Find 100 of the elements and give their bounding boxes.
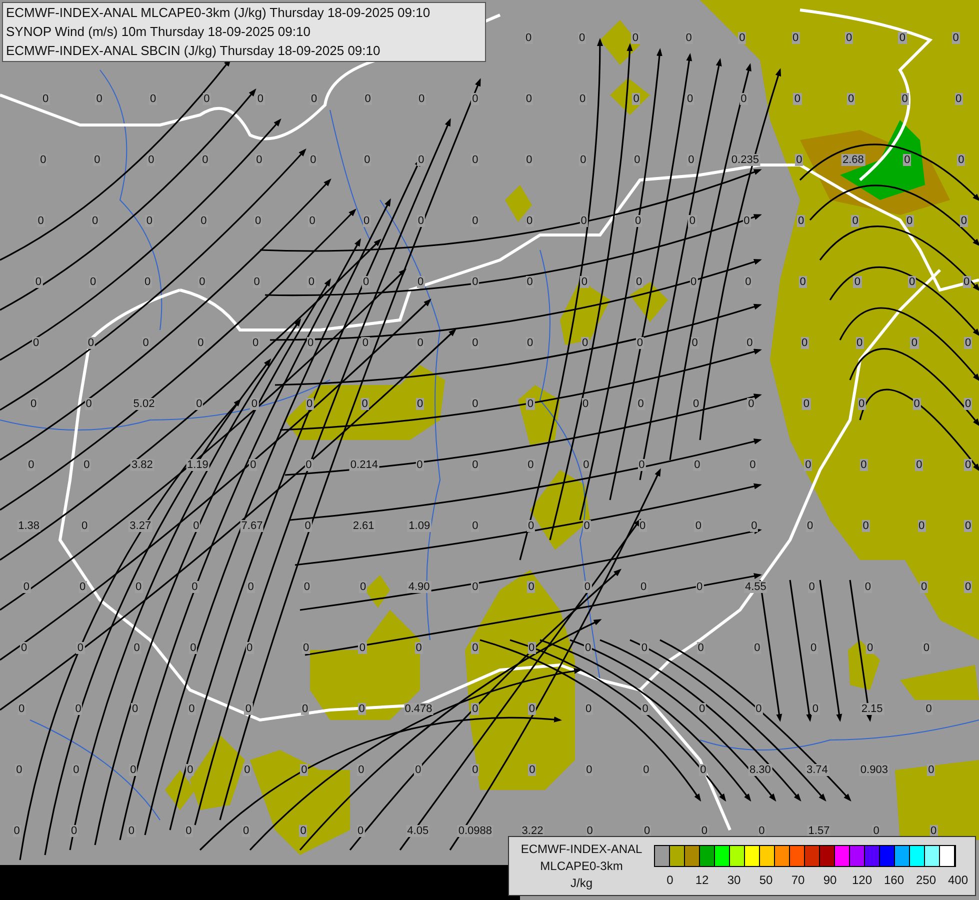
station-value: 0: [528, 764, 536, 776]
station-value: 0: [30, 398, 38, 410]
station-value: 0: [631, 32, 640, 44]
station-value: 0: [471, 764, 480, 776]
station-value: 0: [806, 520, 814, 532]
station-value: 0: [636, 337, 644, 349]
station-value: 0.214: [349, 459, 379, 471]
station-value: 0: [746, 337, 754, 349]
title-line: ECMWF-INDEX-ANAL SBCIN (J/kg) Thursday 18-09-2025 09:10: [6, 43, 382, 60]
station-value: 0: [795, 154, 804, 166]
station-value: 0: [740, 93, 748, 105]
station-value: 0: [687, 154, 696, 166]
station-value: 1.19: [186, 459, 210, 471]
station-value: 0: [927, 764, 936, 776]
station-value: 0: [72, 764, 80, 776]
station-value: 0: [754, 703, 763, 715]
station-value: 0: [300, 764, 308, 776]
station-value: 4.90: [407, 581, 431, 593]
station-value: 0: [142, 337, 150, 349]
station-value: 3.27: [128, 520, 152, 532]
station-value: 0: [808, 581, 816, 593]
station-value: 0: [301, 703, 310, 715]
station-value: 2.68: [841, 154, 865, 166]
station-value: 0: [634, 276, 644, 288]
station-value: 0: [246, 581, 255, 593]
station-value: 0: [471, 459, 480, 471]
station-value: 0: [471, 337, 480, 349]
station-value: 0: [416, 337, 424, 349]
station-value: 0: [358, 581, 368, 593]
station-value: 0.0988: [457, 825, 494, 837]
tick-label: 0: [666, 872, 674, 889]
station-value: 0.478: [404, 703, 434, 715]
station-value: 0: [417, 154, 426, 166]
station-value: 0: [908, 276, 916, 288]
station-value: 0: [699, 764, 708, 776]
station-value: 0: [900, 93, 909, 105]
station-value: 0: [753, 642, 762, 654]
station-value: 0: [638, 520, 647, 532]
station-value: 0: [688, 215, 696, 227]
station-value: 0: [847, 93, 856, 105]
station-value: 0: [742, 215, 751, 227]
station-value: 0: [793, 93, 802, 105]
station-value: 0: [362, 276, 370, 288]
station-value: 0: [686, 93, 694, 105]
station-value: 0: [302, 642, 310, 654]
station-value: 0: [580, 276, 588, 288]
station-value: 0: [361, 337, 370, 349]
station-value: 0: [920, 581, 928, 593]
station-value: 0: [583, 581, 592, 593]
station-value: 0: [700, 825, 708, 837]
station-value: 1.57: [807, 825, 831, 837]
station-value: 0: [252, 276, 261, 288]
station-value: 3.82: [130, 459, 154, 471]
station-value: 0: [308, 215, 316, 227]
station-value: 0: [906, 215, 914, 227]
station-value: 0: [525, 215, 534, 227]
station-value: 0: [526, 459, 535, 471]
station-value: 8.30: [748, 764, 772, 776]
station-value: 0: [186, 764, 194, 776]
station-value: 0: [145, 215, 154, 227]
station-value: 0: [84, 398, 93, 410]
station-value: 0: [416, 215, 425, 227]
station-value: 0: [796, 215, 806, 227]
station-value: 0: [80, 520, 89, 532]
station-value: 0: [192, 520, 200, 532]
station-value: 0: [42, 93, 50, 105]
station-value: 0: [638, 459, 646, 471]
station-value: 4.55: [744, 581, 768, 593]
station-value: 0: [758, 825, 766, 837]
station-value: 0: [416, 459, 424, 471]
station-value: 0: [184, 825, 193, 837]
station-value: 0: [358, 703, 366, 715]
station-value: 0: [471, 215, 480, 227]
station-value: 0: [527, 581, 536, 593]
station-value: 0: [690, 276, 698, 288]
tick-label: 400: [948, 872, 968, 889]
station-value: 0: [918, 520, 926, 532]
station-value: 0: [147, 154, 156, 166]
station-value: 0: [95, 93, 104, 105]
station-value: 0: [414, 764, 422, 776]
tick-label: 30: [727, 872, 741, 889]
title-line: SYNOP Wind (m/s) 10m Thursday 18-09-2025 09:10: [6, 24, 312, 40]
station-value: 0: [129, 764, 138, 776]
station-value: 0: [798, 276, 807, 288]
station-value: 0: [20, 642, 28, 654]
station-value: 0.903: [859, 764, 889, 776]
station-value: 0.235: [730, 154, 760, 166]
station-value: 0: [747, 398, 756, 410]
station-value: 0: [586, 825, 594, 837]
station-value: 0: [915, 459, 924, 471]
station-value: 0: [132, 642, 141, 654]
cape-area: [518, 385, 560, 445]
station-value: 0: [471, 520, 480, 532]
tick-label: 160: [884, 872, 904, 889]
station-value: 0: [748, 459, 757, 471]
station-value: 0: [634, 215, 642, 227]
legend-title: J/kg: [570, 874, 592, 892]
station-value: 5.02: [132, 398, 156, 410]
station-value: 0: [528, 703, 536, 715]
station-value: 0: [643, 825, 652, 837]
